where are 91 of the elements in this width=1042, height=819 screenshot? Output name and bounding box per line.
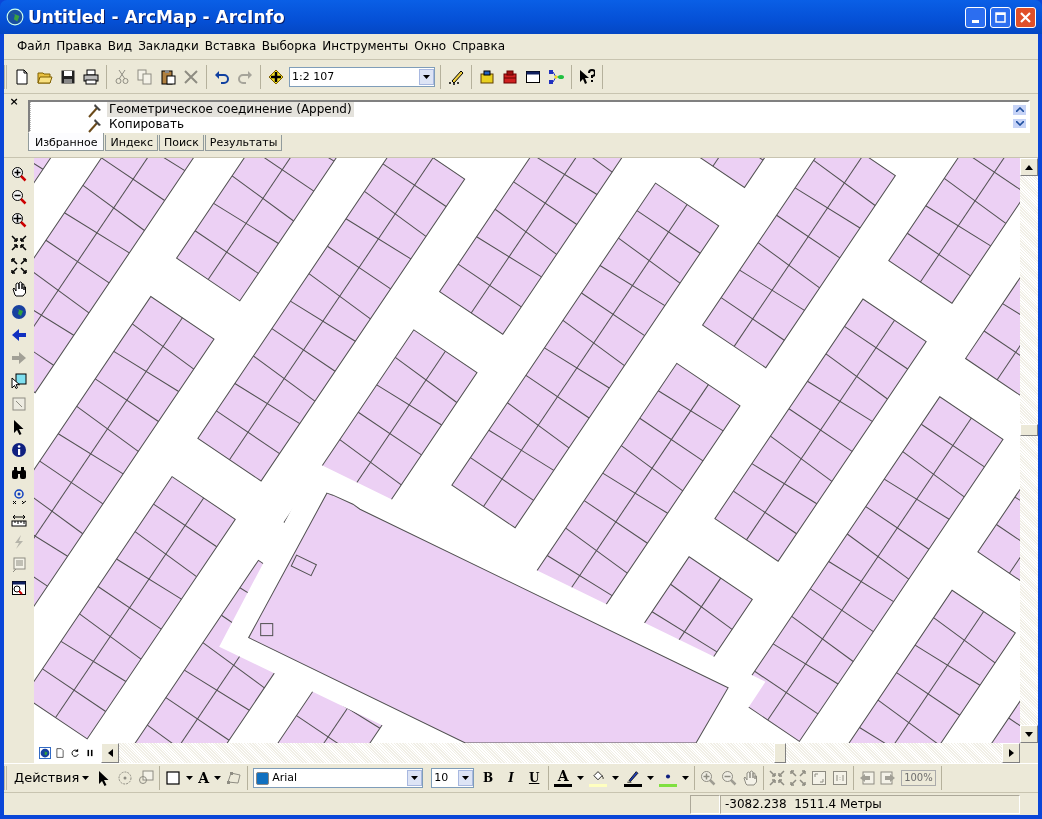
caret-icon[interactable] [411,776,419,780]
paint-bucket-icon[interactable] [590,769,607,783]
scroll-down-button[interactable] [1020,725,1038,743]
pause-icon[interactable] [85,748,95,758]
menu-item[interactable]: Вставка [201,37,259,56]
caret-icon[interactable] [682,776,690,780]
close-button[interactable] [1015,6,1036,28]
menu-item[interactable]: Справка [449,37,508,56]
globe-icon[interactable] [11,304,27,320]
maximize-button[interactable] [990,6,1011,28]
close-button[interactable]: × [4,94,24,157]
caret-icon[interactable] [462,776,470,780]
left-arrow-icon [107,749,113,757]
info-icon[interactable] [11,442,27,458]
scroll-right-button[interactable] [1002,743,1020,763]
pen-icon[interactable] [625,769,642,783]
menu-item[interactable]: Инструменты [319,37,412,56]
minimize-icon [972,19,979,23]
pointer-frame-icon[interactable] [11,373,27,389]
scroll-thumb[interactable] [774,743,786,763]
globe-icon [6,8,24,26]
zoom-out-icon[interactable] [11,189,27,205]
clipboard-icon[interactable] [160,68,176,85]
pencil-icon[interactable] [448,68,464,85]
window-icon[interactable] [525,68,541,85]
menu-item[interactable]: Правка [53,37,105,56]
tool-item[interactable]: Геометрическое соединение (Append) [107,102,354,117]
tab[interactable]: Индекс [105,135,158,152]
binoculars-icon[interactable] [11,465,27,481]
font-icon [256,771,270,785]
tab[interactable]: Результаты [204,135,283,152]
coordinates-text: -3082.238 1511.4 Метры [720,794,1020,814]
printer-icon[interactable] [83,68,99,85]
hand-icon[interactable] [11,281,27,297]
font-color-button[interactable]: A [557,769,569,783]
arrows-in-icon[interactable] [11,235,27,251]
refresh-icon[interactable] [70,748,80,758]
tab[interactable]: Избранное [28,133,105,152]
page-icon[interactable] [55,748,65,758]
scroll-thumb[interactable] [1020,424,1038,436]
zoom-in-icon[interactable] [11,166,27,182]
add-icon[interactable] [268,68,284,85]
pointer-question-icon[interactable] [579,68,595,85]
rectangle-icon[interactable] [165,770,182,786]
caret-icon[interactable] [82,776,90,780]
diagram-icon[interactable] [548,68,564,85]
actions-menu[interactable]: Действия [12,770,92,786]
close-icon [1020,11,1031,23]
scale-field[interactable]: 1:2 107 [289,66,435,87]
caret-icon[interactable] [577,776,585,780]
text-tool[interactable]: A [198,770,210,786]
toolbox-icon[interactable] [502,68,518,85]
scroll-down-button[interactable] [1012,117,1027,129]
caret-icon[interactable] [423,74,430,79]
caret-icon[interactable] [612,776,620,780]
bold-button[interactable]: B [479,770,498,786]
scroll-left-button[interactable] [101,743,119,763]
tab[interactable]: Поиск [158,135,204,152]
caret-icon[interactable] [186,776,194,780]
caret-icon[interactable] [647,776,655,780]
target-icon[interactable] [11,488,27,504]
arrows-out-icon[interactable] [11,258,27,274]
size-field[interactable]: 10 [431,768,475,788]
caret-icon[interactable] [214,776,222,780]
minimize-button[interactable] [965,6,986,28]
zoom-icon[interactable] [11,212,27,228]
menu-item[interactable]: Закладки [135,37,202,56]
right-arrow-icon [1008,749,1014,757]
menu-item[interactable]: Файл [14,37,54,56]
up-arrow-icon [1025,164,1033,170]
maximize-icon [995,11,1006,23]
italic-button[interactable]: I [502,770,521,786]
page-icon[interactable] [14,68,30,85]
menu-item[interactable]: Вид [104,37,136,56]
down-arrow-icon [1025,731,1033,737]
hammer-icon [87,116,103,133]
menu-item[interactable]: Выборка [258,37,320,56]
status-cell [690,794,720,814]
globe-icon[interactable] [40,748,50,758]
tool-item[interactable]: Копировать [107,117,186,132]
left-arrow-icon[interactable] [11,327,27,343]
magnifier-window-icon[interactable] [11,580,27,596]
font-field[interactable]: Arial [253,768,424,788]
window-title: Untitled - ArcMap - ArcInfo [28,6,285,28]
menu-item[interactable]: Окно [411,37,450,56]
underline-button[interactable]: U [525,770,544,786]
floppy-icon[interactable] [60,68,76,85]
toolbox-icon[interactable] [479,68,495,85]
hammer-icon [87,101,103,118]
scroll-up-button[interactable] [1020,158,1038,176]
scroll-up-button[interactable] [1012,104,1027,116]
